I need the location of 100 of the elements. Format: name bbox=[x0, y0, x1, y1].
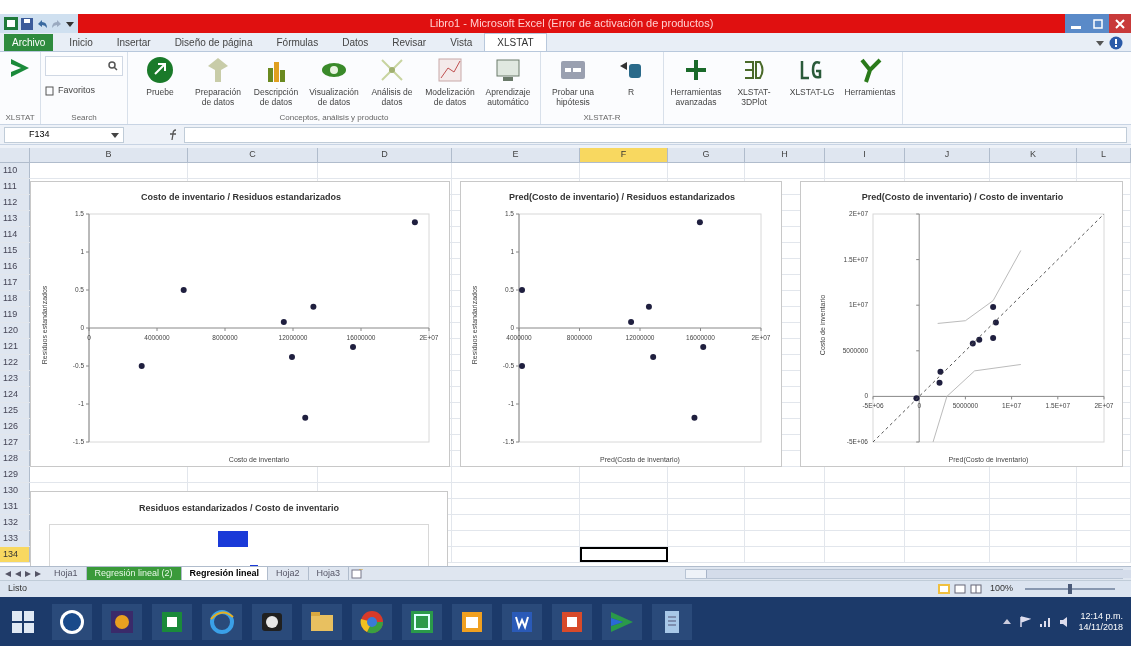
ribbon-tab[interactable]: Inicio bbox=[57, 34, 105, 51]
colorful-square-icon bbox=[109, 608, 135, 635]
row-header[interactable]: 112 bbox=[0, 195, 30, 210]
row-header[interactable]: 133 bbox=[0, 531, 30, 546]
ribbon-button[interactable]: Herramientas bbox=[842, 56, 898, 97]
row-header[interactable]: 125 bbox=[0, 403, 30, 418]
taskbar-button[interactable] bbox=[252, 603, 292, 640]
row-header[interactable]: 134 bbox=[0, 547, 30, 562]
ribbon-tab[interactable]: Revisar bbox=[380, 34, 439, 51]
column-header[interactable]: I bbox=[825, 148, 905, 162]
ribbon-tab[interactable]: Datos bbox=[330, 34, 381, 51]
taskbar-button[interactable] bbox=[302, 603, 342, 640]
row-header[interactable]: 123 bbox=[0, 371, 30, 386]
row-header[interactable]: 116 bbox=[0, 259, 30, 274]
ribbon-tab[interactable]: Insertar bbox=[104, 34, 163, 51]
row-header[interactable]: 132 bbox=[0, 515, 30, 530]
formula-input[interactable] bbox=[184, 126, 1127, 143]
row-header[interactable]: 131 bbox=[0, 499, 30, 514]
row-header[interactable]: 127 bbox=[0, 435, 30, 450]
sheet-nav-button[interactable] bbox=[34, 568, 42, 579]
close-button[interactable] bbox=[1109, 14, 1131, 33]
ribbon-button[interactable]: R bbox=[603, 56, 659, 97]
zoom-percentage: 100% bbox=[989, 582, 1013, 596]
caret-icon bbox=[66, 19, 74, 28]
row-header[interactable]: 115 bbox=[0, 243, 30, 258]
slider-thumb[interactable] bbox=[1068, 584, 1072, 594]
column-header[interactable]: F bbox=[580, 148, 668, 162]
row-header[interactable]: 111 bbox=[0, 179, 30, 194]
scrollbar-thumb[interactable] bbox=[706, 569, 1131, 578]
ribbon-button[interactable]: XLSTAT-LG bbox=[784, 56, 840, 97]
ribbon-button[interactable]: Modelización de datos bbox=[422, 56, 478, 107]
row-header[interactable]: 120 bbox=[0, 323, 30, 338]
data-point bbox=[700, 344, 707, 350]
name-box[interactable]: F134 bbox=[4, 126, 124, 143]
taskbar-button[interactable] bbox=[402, 603, 442, 640]
column-header[interactable]: L bbox=[1077, 148, 1131, 162]
column-header[interactable]: J bbox=[905, 148, 990, 162]
normal-view-icon bbox=[937, 584, 950, 594]
taskbar-button[interactable] bbox=[52, 603, 92, 640]
column-header[interactable]: B bbox=[30, 148, 188, 162]
data-point bbox=[992, 319, 999, 326]
row-header[interactable]: 130 bbox=[0, 483, 30, 498]
ribbon-button[interactable]: Probar una hipótesis bbox=[545, 56, 601, 107]
ribbon-button[interactable]: Preparación de datos bbox=[190, 56, 246, 107]
ribbon-tab[interactable]: Diseño de página bbox=[162, 34, 265, 51]
ribbon-button[interactable]: Herramientas avanzadas bbox=[668, 56, 724, 107]
taskbar-button[interactable] bbox=[652, 603, 692, 640]
row-header[interactable]: 114 bbox=[0, 227, 30, 242]
ribbon-tool-icon bbox=[494, 56, 522, 84]
sheet-nav-button[interactable] bbox=[4, 568, 12, 579]
data-point bbox=[650, 353, 657, 360]
group-label: Conceptos, análisis y producto bbox=[278, 112, 390, 124]
ribbon-button[interactable]: Aprendizaje automático bbox=[480, 56, 536, 107]
ribbon-button[interactable]: Descripción de datos bbox=[248, 56, 304, 107]
save-icon bbox=[21, 17, 33, 30]
row-header[interactable]: 126 bbox=[0, 419, 30, 434]
ribbon-button[interactable]: Análisis de datos bbox=[364, 56, 420, 107]
sheet-tab[interactable]: Regresión lineal bbox=[181, 567, 269, 580]
taskbar-button[interactable] bbox=[352, 603, 392, 640]
column-header[interactable]: C bbox=[188, 148, 318, 162]
ribbon-tab[interactable]: XLSTAT bbox=[484, 33, 547, 51]
row-header[interactable]: 124 bbox=[0, 387, 30, 402]
row-header[interactable]: 118 bbox=[0, 291, 30, 306]
data-point bbox=[937, 368, 944, 375]
row-header[interactable]: 129 bbox=[0, 467, 30, 482]
column-header[interactable]: K bbox=[990, 148, 1077, 162]
search-field[interactable] bbox=[45, 56, 123, 76]
minimize-button[interactable] bbox=[1065, 14, 1087, 33]
ribbon-button[interactable]: XLSTAT-3DPlot bbox=[726, 56, 782, 107]
row-header[interactable]: 110 bbox=[0, 163, 30, 178]
ribbon-tab[interactable]: Fórmulas bbox=[264, 34, 331, 51]
redo-icon bbox=[51, 17, 63, 30]
column-header[interactable]: D bbox=[318, 148, 452, 162]
taskbar-button[interactable] bbox=[502, 603, 542, 640]
column-header[interactable]: H bbox=[745, 148, 825, 162]
caret-icon bbox=[1002, 617, 1011, 626]
taskbar-button[interactable] bbox=[452, 603, 492, 640]
ribbon-button[interactable]: Pruebe bbox=[132, 56, 188, 97]
column-header[interactable]: G bbox=[668, 148, 745, 162]
taskbar-button[interactable] bbox=[102, 603, 142, 640]
ribbon-tab[interactable]: Archivo bbox=[4, 34, 54, 51]
ribbon-button[interactable]: Visualización de datos bbox=[306, 56, 362, 107]
group-label: Search bbox=[70, 112, 98, 124]
favorites-button[interactable]: Favoritos bbox=[45, 84, 123, 98]
cell-reference: F134 bbox=[29, 127, 50, 141]
sheet-nav-button[interactable] bbox=[24, 568, 32, 579]
selected-cell[interactable] bbox=[580, 547, 668, 562]
maximize-button[interactable] bbox=[1087, 14, 1109, 33]
row-header[interactable]: 119 bbox=[0, 307, 30, 322]
row-header[interactable]: 122 bbox=[0, 355, 30, 370]
row-header[interactable]: 113 bbox=[0, 211, 30, 226]
sheet-nav-button[interactable] bbox=[14, 568, 22, 579]
page-break-icon bbox=[969, 584, 982, 594]
taskbar-button[interactable] bbox=[152, 603, 192, 640]
data-point bbox=[180, 287, 187, 293]
row-header[interactable]: 117 bbox=[0, 275, 30, 290]
row-header[interactable]: 121 bbox=[0, 339, 30, 354]
ribbon-tab[interactable]: Vista bbox=[438, 34, 485, 51]
row-header[interactable]: 128 bbox=[0, 451, 30, 466]
taskbar-button[interactable] bbox=[552, 603, 592, 640]
